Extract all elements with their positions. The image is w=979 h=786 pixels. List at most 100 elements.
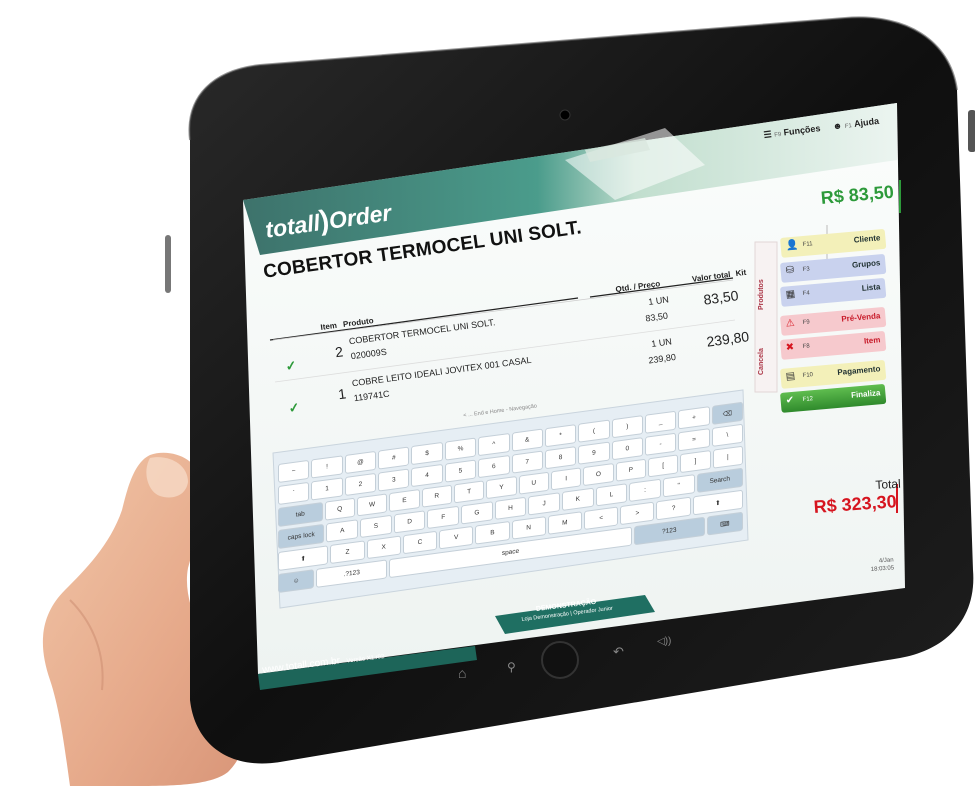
- key-symbol[interactable]: *: [544, 424, 577, 448]
- side-button-lista[interactable]: ▦ F4 Lista: [780, 277, 887, 307]
- key-7[interactable]: 7: [511, 450, 543, 474]
- key-p[interactable]: P: [615, 458, 646, 482]
- key-s[interactable]: S: [360, 514, 392, 538]
- key-l[interactable]: L: [595, 483, 628, 507]
- key-k[interactable]: K: [561, 487, 594, 511]
- key-symbol[interactable]: ⬆: [692, 489, 744, 516]
- key-y[interactable]: Y: [486, 476, 517, 500]
- tablet-device: ☰ F9 Funções ☻ F1 Ajuda totall)Order R$ …: [145, 10, 975, 770]
- time-text: 18:03:05: [870, 565, 895, 573]
- key-symbol[interactable]: >: [620, 501, 655, 526]
- functions-label: Funções: [782, 123, 821, 138]
- key-9[interactable]: 9: [578, 441, 610, 465]
- key-1[interactable]: 1: [311, 477, 343, 501]
- key-symbol[interactable]: $: [411, 441, 443, 466]
- side-button-item[interactable]: ✖ F8 Item: [780, 330, 887, 360]
- key-symbol[interactable]: ": [662, 474, 695, 498]
- key-search[interactable]: Search: [696, 467, 743, 493]
- key-m[interactable]: M: [547, 511, 582, 535]
- side-button-label: Pré-Venda: [840, 310, 881, 324]
- home-icon[interactable]: ⌂: [458, 665, 466, 681]
- side-button-cliente[interactable]: 👤 F11 Cliente: [780, 228, 887, 258]
- logo-text-order: Order: [327, 199, 393, 234]
- key-h[interactable]: H: [494, 496, 527, 520]
- key-symbol[interactable]: :: [629, 478, 661, 502]
- key-w[interactable]: W: [356, 493, 388, 517]
- row-qty: 1 UN: [647, 294, 670, 307]
- list-icon: ▦: [785, 288, 796, 301]
- key-symbol[interactable]: &: [511, 428, 543, 452]
- key-symbol[interactable]: @: [344, 450, 377, 475]
- key-x[interactable]: X: [366, 535, 401, 560]
- key-symbol[interactable]: #: [378, 446, 410, 470]
- key-symbol[interactable]: %: [444, 437, 477, 461]
- key-symbol[interactable]: \: [711, 423, 744, 447]
- group-icon: ⛁: [785, 264, 795, 277]
- key-3[interactable]: 3: [378, 468, 410, 492]
- key-tab[interactable]: tab: [278, 502, 323, 527]
- total-value: R$ 323,30: [813, 491, 898, 517]
- key-symbol[interactable]: !: [311, 455, 343, 479]
- key-symbol[interactable]: ?: [656, 496, 691, 521]
- side-button-key: F4: [802, 290, 810, 298]
- key-symbol[interactable]: ^: [478, 432, 510, 457]
- key-symbol[interactable]: |: [712, 445, 743, 469]
- key-c[interactable]: C: [402, 530, 438, 555]
- key-o[interactable]: O: [583, 463, 614, 487]
- volume-icon[interactable]: ◁)): [657, 636, 671, 647]
- footer-version: Versão X1.r92: [346, 653, 385, 665]
- key-0[interactable]: 0: [611, 437, 643, 461]
- key-symbol[interactable]: ): [611, 415, 643, 439]
- search-icon[interactable]: ⚲: [507, 660, 516, 674]
- key-a[interactable]: A: [326, 519, 359, 543]
- key-4[interactable]: 4: [411, 463, 443, 488]
- key-symbol[interactable]: ☺: [278, 569, 315, 593]
- group-label-cancela: Cancela: [758, 348, 765, 375]
- key-symbol[interactable]: ⌨: [706, 511, 743, 536]
- key-b[interactable]: B: [475, 520, 510, 545]
- row-product-code: 020009S: [350, 346, 388, 362]
- key-u[interactable]: U: [518, 471, 549, 495]
- total-label: Total: [875, 476, 902, 492]
- key-5[interactable]: 5: [444, 459, 477, 483]
- key-symbol[interactable]: (: [578, 419, 610, 443]
- key-d[interactable]: D: [393, 510, 426, 534]
- key-symbol[interactable]: ]: [680, 450, 711, 474]
- key-symbol[interactable]: ⌫: [711, 401, 744, 425]
- key-v[interactable]: V: [439, 525, 474, 550]
- key-n[interactable]: N: [511, 516, 546, 540]
- virtual-keyboard: ~! @ # $% ^ & *() _ + ⌫ ` 1 2 3 4 5 6 7 8 9 0- = \ tab Q W E R T Y U I O…: [278, 398, 744, 605]
- user-icon: 👤: [785, 239, 799, 252]
- key-caps-lock[interactable]: caps lock: [278, 523, 325, 549]
- key-symbol[interactable]: `: [278, 481, 310, 505]
- key-symbol[interactable]: <: [583, 506, 619, 530]
- key-symbol[interactable]: ~: [278, 459, 310, 483]
- key-6[interactable]: 6: [478, 454, 510, 479]
- date-time: 4/Jan 18:03:05: [870, 556, 895, 574]
- key-q[interactable]: Q: [324, 497, 355, 521]
- key-symbol[interactable]: =: [678, 428, 710, 452]
- key-r[interactable]: R: [421, 484, 452, 508]
- functions-key: F9: [774, 131, 782, 139]
- back-icon[interactable]: ↶: [613, 644, 624, 660]
- key-g[interactable]: G: [461, 501, 493, 525]
- key-f[interactable]: F: [427, 505, 460, 529]
- key-8[interactable]: 8: [544, 446, 577, 470]
- key-symbol[interactable]: _: [644, 410, 677, 434]
- group-label-produtos: Produtos: [758, 279, 765, 310]
- key-2[interactable]: 2: [344, 472, 377, 497]
- key-i[interactable]: I: [550, 467, 582, 491]
- key-symbol[interactable]: -: [644, 432, 677, 456]
- key-t[interactable]: T: [453, 480, 485, 504]
- key-symbol[interactable]: ⬆: [278, 545, 329, 571]
- key-symbol[interactable]: [: [647, 454, 679, 478]
- functions-button[interactable]: ☰ F9 Funções: [763, 123, 821, 141]
- key-e[interactable]: E: [389, 489, 420, 513]
- key-z[interactable]: Z: [330, 540, 365, 564]
- side-button-finaliza[interactable]: ✔ F12 Finaliza: [780, 383, 887, 413]
- help-button[interactable]: ☻ F1 Ajuda: [832, 116, 879, 132]
- key-j[interactable]: J: [528, 492, 560, 516]
- footer-url[interactable]: www.totall.com.br Versão X1.r92: [261, 645, 385, 678]
- help-key: F1: [844, 123, 853, 130]
- key-symbol[interactable]: +: [678, 406, 710, 430]
